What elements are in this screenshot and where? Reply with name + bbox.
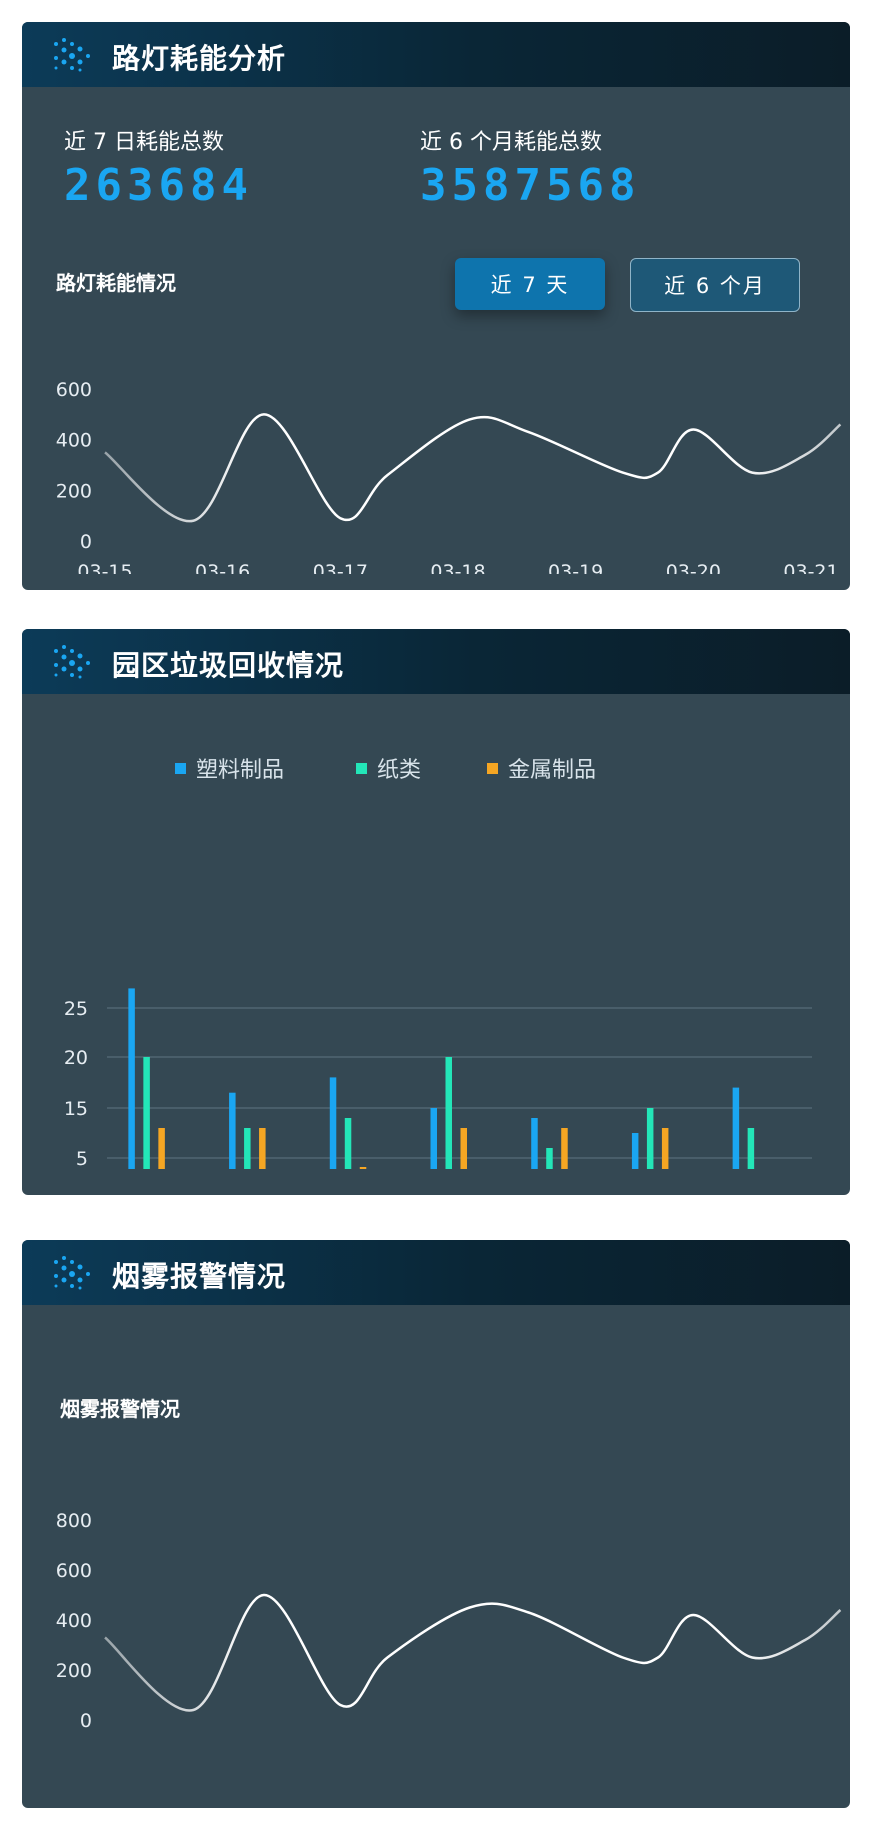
y-tick-label: 400 xyxy=(56,430,92,452)
bar xyxy=(128,988,135,1169)
y-tick-label: 15 xyxy=(64,1098,88,1120)
stat-7days-value: 263684 xyxy=(64,160,253,211)
garbage-bar-chart: 2520155005/2005/2105/2205/2305/2405/2505… xyxy=(64,988,812,1169)
bar xyxy=(329,1077,337,1169)
y-tick-label: 600 xyxy=(56,1560,92,1582)
legend-swatch xyxy=(175,762,186,774)
x-tick-label: 03-19 xyxy=(548,561,603,574)
panel-header: 园区垃圾回收情况 xyxy=(22,629,850,694)
x-tick-label: 03-16 xyxy=(195,561,250,574)
chart-subtitle: 路灯耗能情况 xyxy=(56,271,176,295)
stat-7days-label: 近 7 日耗能总数 xyxy=(64,130,224,155)
bar xyxy=(646,1108,654,1169)
bar xyxy=(143,1057,150,1169)
y-tick-label: 5 xyxy=(76,1148,88,1169)
energy-line-chart: 600 400 200 0 03-15 03-16 03-17 03-18 03-19 03-20… xyxy=(56,379,842,574)
chart-subtitle: 烟雾报警情况 xyxy=(60,1397,180,1421)
legend-swatch xyxy=(487,762,498,774)
bar xyxy=(732,1087,740,1169)
dots-icon xyxy=(54,38,90,72)
legend-item-metal[interactable]: 金属制品 xyxy=(487,752,596,784)
bar xyxy=(430,1108,437,1169)
bar xyxy=(359,1167,367,1169)
y-tick-label: 400 xyxy=(56,1610,92,1632)
y-tick-label: 20 xyxy=(64,1047,88,1069)
legend-label: 塑料制品 xyxy=(196,758,285,783)
x-tick-label: 03-17 xyxy=(313,561,368,574)
panel-title: 路灯耗能分析 xyxy=(112,42,287,75)
y-tick-label: 0 xyxy=(80,1710,92,1732)
y-tick-label: 800 xyxy=(56,1510,92,1532)
legend-item-paper[interactable]: 纸类 xyxy=(356,752,421,784)
bar xyxy=(747,1128,755,1169)
legend-swatch xyxy=(356,762,367,774)
y-tick-label: 0 xyxy=(80,531,92,553)
legend-label: 纸类 xyxy=(377,758,422,783)
bar xyxy=(229,1092,236,1169)
stat-6months-label: 近 6 个月耗能总数 xyxy=(420,130,602,155)
bar xyxy=(531,1118,538,1169)
bar xyxy=(661,1128,669,1169)
dots-icon xyxy=(54,645,90,679)
panel-header: 路灯耗能分析 xyxy=(22,22,850,87)
stat-6months-value: 3587568 xyxy=(420,160,641,211)
x-tick-label: 03-21 xyxy=(783,561,838,574)
last-7-days-button[interactable]: 近 7 天 xyxy=(455,258,605,310)
x-tick-label: 03-15 xyxy=(77,561,132,574)
bar xyxy=(244,1128,251,1169)
smoke-line-chart: 800600400200003-1503-1603-1703-1803-1903… xyxy=(56,1510,842,1732)
panel-title: 烟雾报警情况 xyxy=(112,1260,287,1293)
bar xyxy=(259,1128,266,1169)
x-tick-label: 03-18 xyxy=(430,561,485,574)
x-tick-label: 03-20 xyxy=(666,561,721,574)
y-tick-label: 200 xyxy=(56,1660,92,1682)
bar xyxy=(158,1128,165,1169)
garbage-panel: 园区垃圾回收情况 塑料制品 纸类 金属制品 2520155005/2005/21… xyxy=(22,629,850,1195)
y-tick-label: 200 xyxy=(56,480,92,502)
last-6-months-button[interactable]: 近 6 个月 xyxy=(630,258,800,312)
y-tick-label: 25 xyxy=(64,998,88,1020)
y-tick-label: 600 xyxy=(56,379,92,401)
bar xyxy=(561,1128,568,1169)
dots-icon xyxy=(54,1256,90,1290)
bar xyxy=(546,1148,553,1169)
bar xyxy=(344,1118,352,1169)
bar xyxy=(445,1057,452,1169)
panel-header: 烟雾报警情况 xyxy=(22,1240,850,1305)
chart-legend: 塑料制品 纸类 金属制品 xyxy=(22,752,850,783)
panel-title: 园区垃圾回收情况 xyxy=(112,649,345,682)
streetlight-panel: 路灯耗能分析 近 7 日耗能总数 263684 近 6 个月耗能总数 35875… xyxy=(22,22,850,590)
legend-item-plastic[interactable]: 塑料制品 xyxy=(175,752,284,784)
bar xyxy=(460,1128,467,1169)
smoke-panel: 烟雾报警情况 烟雾报警情况 800600400200003-1503-1603-… xyxy=(22,1240,850,1808)
legend-label: 金属制品 xyxy=(508,758,597,783)
bar xyxy=(631,1133,639,1169)
